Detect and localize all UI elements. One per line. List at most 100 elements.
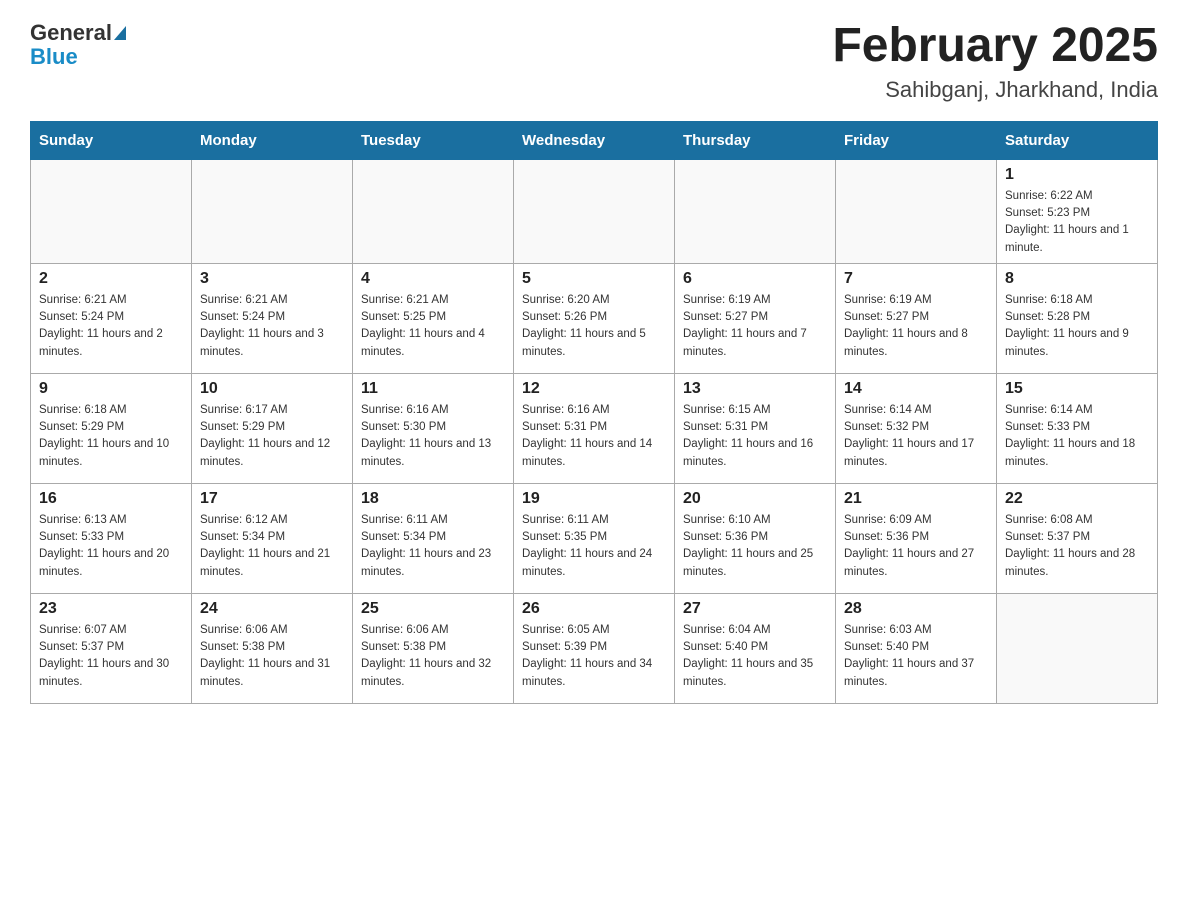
day-number: 28 [844,600,988,618]
day-number: 25 [361,600,505,618]
day-info: Sunrise: 6:19 AMSunset: 5:27 PMDaylight:… [844,292,988,361]
week-row-0: 1 Sunrise: 6:22 AMSunset: 5:23 PMDaylight… [31,159,1158,263]
logo-blue-text: Blue [30,44,78,69]
day-number: 9 [39,380,183,398]
day-info: Sunrise: 6:09 AMSunset: 5:36 PMDaylight:… [844,512,988,581]
day-number: 14 [844,380,988,398]
day-info: Sunrise: 6:14 AMSunset: 5:33 PMDaylight:… [1005,402,1149,471]
table-cell: 22 Sunrise: 6:08 AMSunset: 5:37 PMDayligh… [997,483,1158,593]
day-info: Sunrise: 6:16 AMSunset: 5:30 PMDaylight:… [361,402,505,471]
day-number: 15 [1005,380,1149,398]
day-info: Sunrise: 6:21 AMSunset: 5:24 PMDaylight:… [39,292,183,361]
day-number: 5 [522,270,666,288]
day-info: Sunrise: 6:05 AMSunset: 5:39 PMDaylight:… [522,622,666,691]
day-number: 12 [522,380,666,398]
day-number: 22 [1005,490,1149,508]
table-cell: 20 Sunrise: 6:10 AMSunset: 5:36 PMDayligh… [675,483,836,593]
day-info: Sunrise: 6:14 AMSunset: 5:32 PMDaylight:… [844,402,988,471]
day-number: 7 [844,270,988,288]
header-friday: Friday [836,121,997,159]
table-cell: 4 Sunrise: 6:21 AMSunset: 5:25 PMDaylight… [353,263,514,373]
header-wednesday: Wednesday [514,121,675,159]
day-number: 26 [522,600,666,618]
table-cell: 5 Sunrise: 6:20 AMSunset: 5:26 PMDaylight… [514,263,675,373]
day-number: 13 [683,380,827,398]
table-cell: 9Sunrise: 6:18 AMSunset: 5:29 PMDaylight… [31,373,192,483]
day-info: Sunrise: 6:11 AMSunset: 5:34 PMDaylight:… [361,512,505,581]
day-number: 3 [200,270,344,288]
page-header: General Blue February 2025 Sahibganj, Jh… [30,20,1158,103]
day-info: Sunrise: 6:06 AMSunset: 5:38 PMDaylight:… [200,622,344,691]
day-number: 18 [361,490,505,508]
table-cell: 7 Sunrise: 6:19 AMSunset: 5:27 PMDaylight… [836,263,997,373]
table-cell [192,159,353,263]
day-number: 16 [39,490,183,508]
table-cell: 3 Sunrise: 6:21 AMSunset: 5:24 PMDaylight… [192,263,353,373]
day-number: 11 [361,380,505,398]
table-cell: 19Sunrise: 6:11 AMSunset: 5:35 PMDayligh… [514,483,675,593]
header-thursday: Thursday [675,121,836,159]
table-cell: 16Sunrise: 6:13 AMSunset: 5:33 PMDayligh… [31,483,192,593]
logo-general-text: General [30,20,112,46]
day-number: 1 [1005,166,1149,184]
table-cell: 21 Sunrise: 6:09 AMSunset: 5:36 PMDayligh… [836,483,997,593]
day-number: 27 [683,600,827,618]
logo: General Blue [30,20,126,69]
table-cell [514,159,675,263]
calendar-table: SundayMondayTuesdayWednesdayThursdayFrid… [30,121,1158,704]
day-info: Sunrise: 6:07 AMSunset: 5:37 PMDaylight:… [39,622,183,691]
table-cell [836,159,997,263]
day-number: 4 [361,270,505,288]
day-info: Sunrise: 6:08 AMSunset: 5:37 PMDaylight:… [1005,512,1149,581]
logo-arrow-icon [114,26,126,40]
day-info: Sunrise: 6:03 AMSunset: 5:40 PMDaylight:… [844,622,988,691]
week-row-2: 9Sunrise: 6:18 AMSunset: 5:29 PMDaylight… [31,373,1158,483]
table-cell: 12 Sunrise: 6:16 AMSunset: 5:31 PMDayligh… [514,373,675,483]
day-info: Sunrise: 6:06 AMSunset: 5:38 PMDaylight:… [361,622,505,691]
table-cell: 27 Sunrise: 6:04 AMSunset: 5:40 PMDayligh… [675,593,836,703]
header-tuesday: Tuesday [353,121,514,159]
table-cell [31,159,192,263]
day-number: 10 [200,380,344,398]
day-number: 21 [844,490,988,508]
day-info: Sunrise: 6:18 AMSunset: 5:28 PMDaylight:… [1005,292,1149,361]
day-info: Sunrise: 6:16 AMSunset: 5:31 PMDaylight:… [522,402,666,471]
week-row-3: 16Sunrise: 6:13 AMSunset: 5:33 PMDayligh… [31,483,1158,593]
table-cell: 13 Sunrise: 6:15 AMSunset: 5:31 PMDayligh… [675,373,836,483]
day-info: Sunrise: 6:11 AMSunset: 5:35 PMDaylight:… [522,512,666,581]
header-saturday: Saturday [997,121,1158,159]
title-section: February 2025 Sahibganj, Jharkhand, Indi… [832,20,1158,103]
table-cell: 10Sunrise: 6:17 AMSunset: 5:29 PMDayligh… [192,373,353,483]
day-number: 17 [200,490,344,508]
table-cell [675,159,836,263]
header-sunday: Sunday [31,121,192,159]
day-number: 8 [1005,270,1149,288]
header-monday: Monday [192,121,353,159]
day-number: 6 [683,270,827,288]
table-cell [353,159,514,263]
day-info: Sunrise: 6:22 AMSunset: 5:23 PMDaylight:… [1005,188,1149,257]
day-info: Sunrise: 6:21 AMSunset: 5:24 PMDaylight:… [200,292,344,361]
day-number: 2 [39,270,183,288]
table-cell: 14 Sunrise: 6:14 AMSunset: 5:32 PMDayligh… [836,373,997,483]
table-cell: 2 Sunrise: 6:21 AMSunset: 5:24 PMDaylight… [31,263,192,373]
table-cell: 24 Sunrise: 6:06 AMSunset: 5:38 PMDayligh… [192,593,353,703]
day-info: Sunrise: 6:20 AMSunset: 5:26 PMDaylight:… [522,292,666,361]
day-info: Sunrise: 6:19 AMSunset: 5:27 PMDaylight:… [683,292,827,361]
table-cell: 6 Sunrise: 6:19 AMSunset: 5:27 PMDaylight… [675,263,836,373]
day-info: Sunrise: 6:15 AMSunset: 5:31 PMDaylight:… [683,402,827,471]
table-cell: 11 Sunrise: 6:16 AMSunset: 5:30 PMDayligh… [353,373,514,483]
day-info: Sunrise: 6:21 AMSunset: 5:25 PMDaylight:… [361,292,505,361]
day-info: Sunrise: 6:04 AMSunset: 5:40 PMDaylight:… [683,622,827,691]
day-info: Sunrise: 6:10 AMSunset: 5:36 PMDaylight:… [683,512,827,581]
table-cell: 26 Sunrise: 6:05 AMSunset: 5:39 PMDayligh… [514,593,675,703]
month-title: February 2025 [832,20,1158,73]
table-cell: 1 Sunrise: 6:22 AMSunset: 5:23 PMDaylight… [997,159,1158,263]
day-number: 24 [200,600,344,618]
week-row-1: 2 Sunrise: 6:21 AMSunset: 5:24 PMDaylight… [31,263,1158,373]
table-cell: 8 Sunrise: 6:18 AMSunset: 5:28 PMDaylight… [997,263,1158,373]
day-number: 23 [39,600,183,618]
day-number: 20 [683,490,827,508]
location-title: Sahibganj, Jharkhand, India [832,77,1158,103]
table-cell [997,593,1158,703]
